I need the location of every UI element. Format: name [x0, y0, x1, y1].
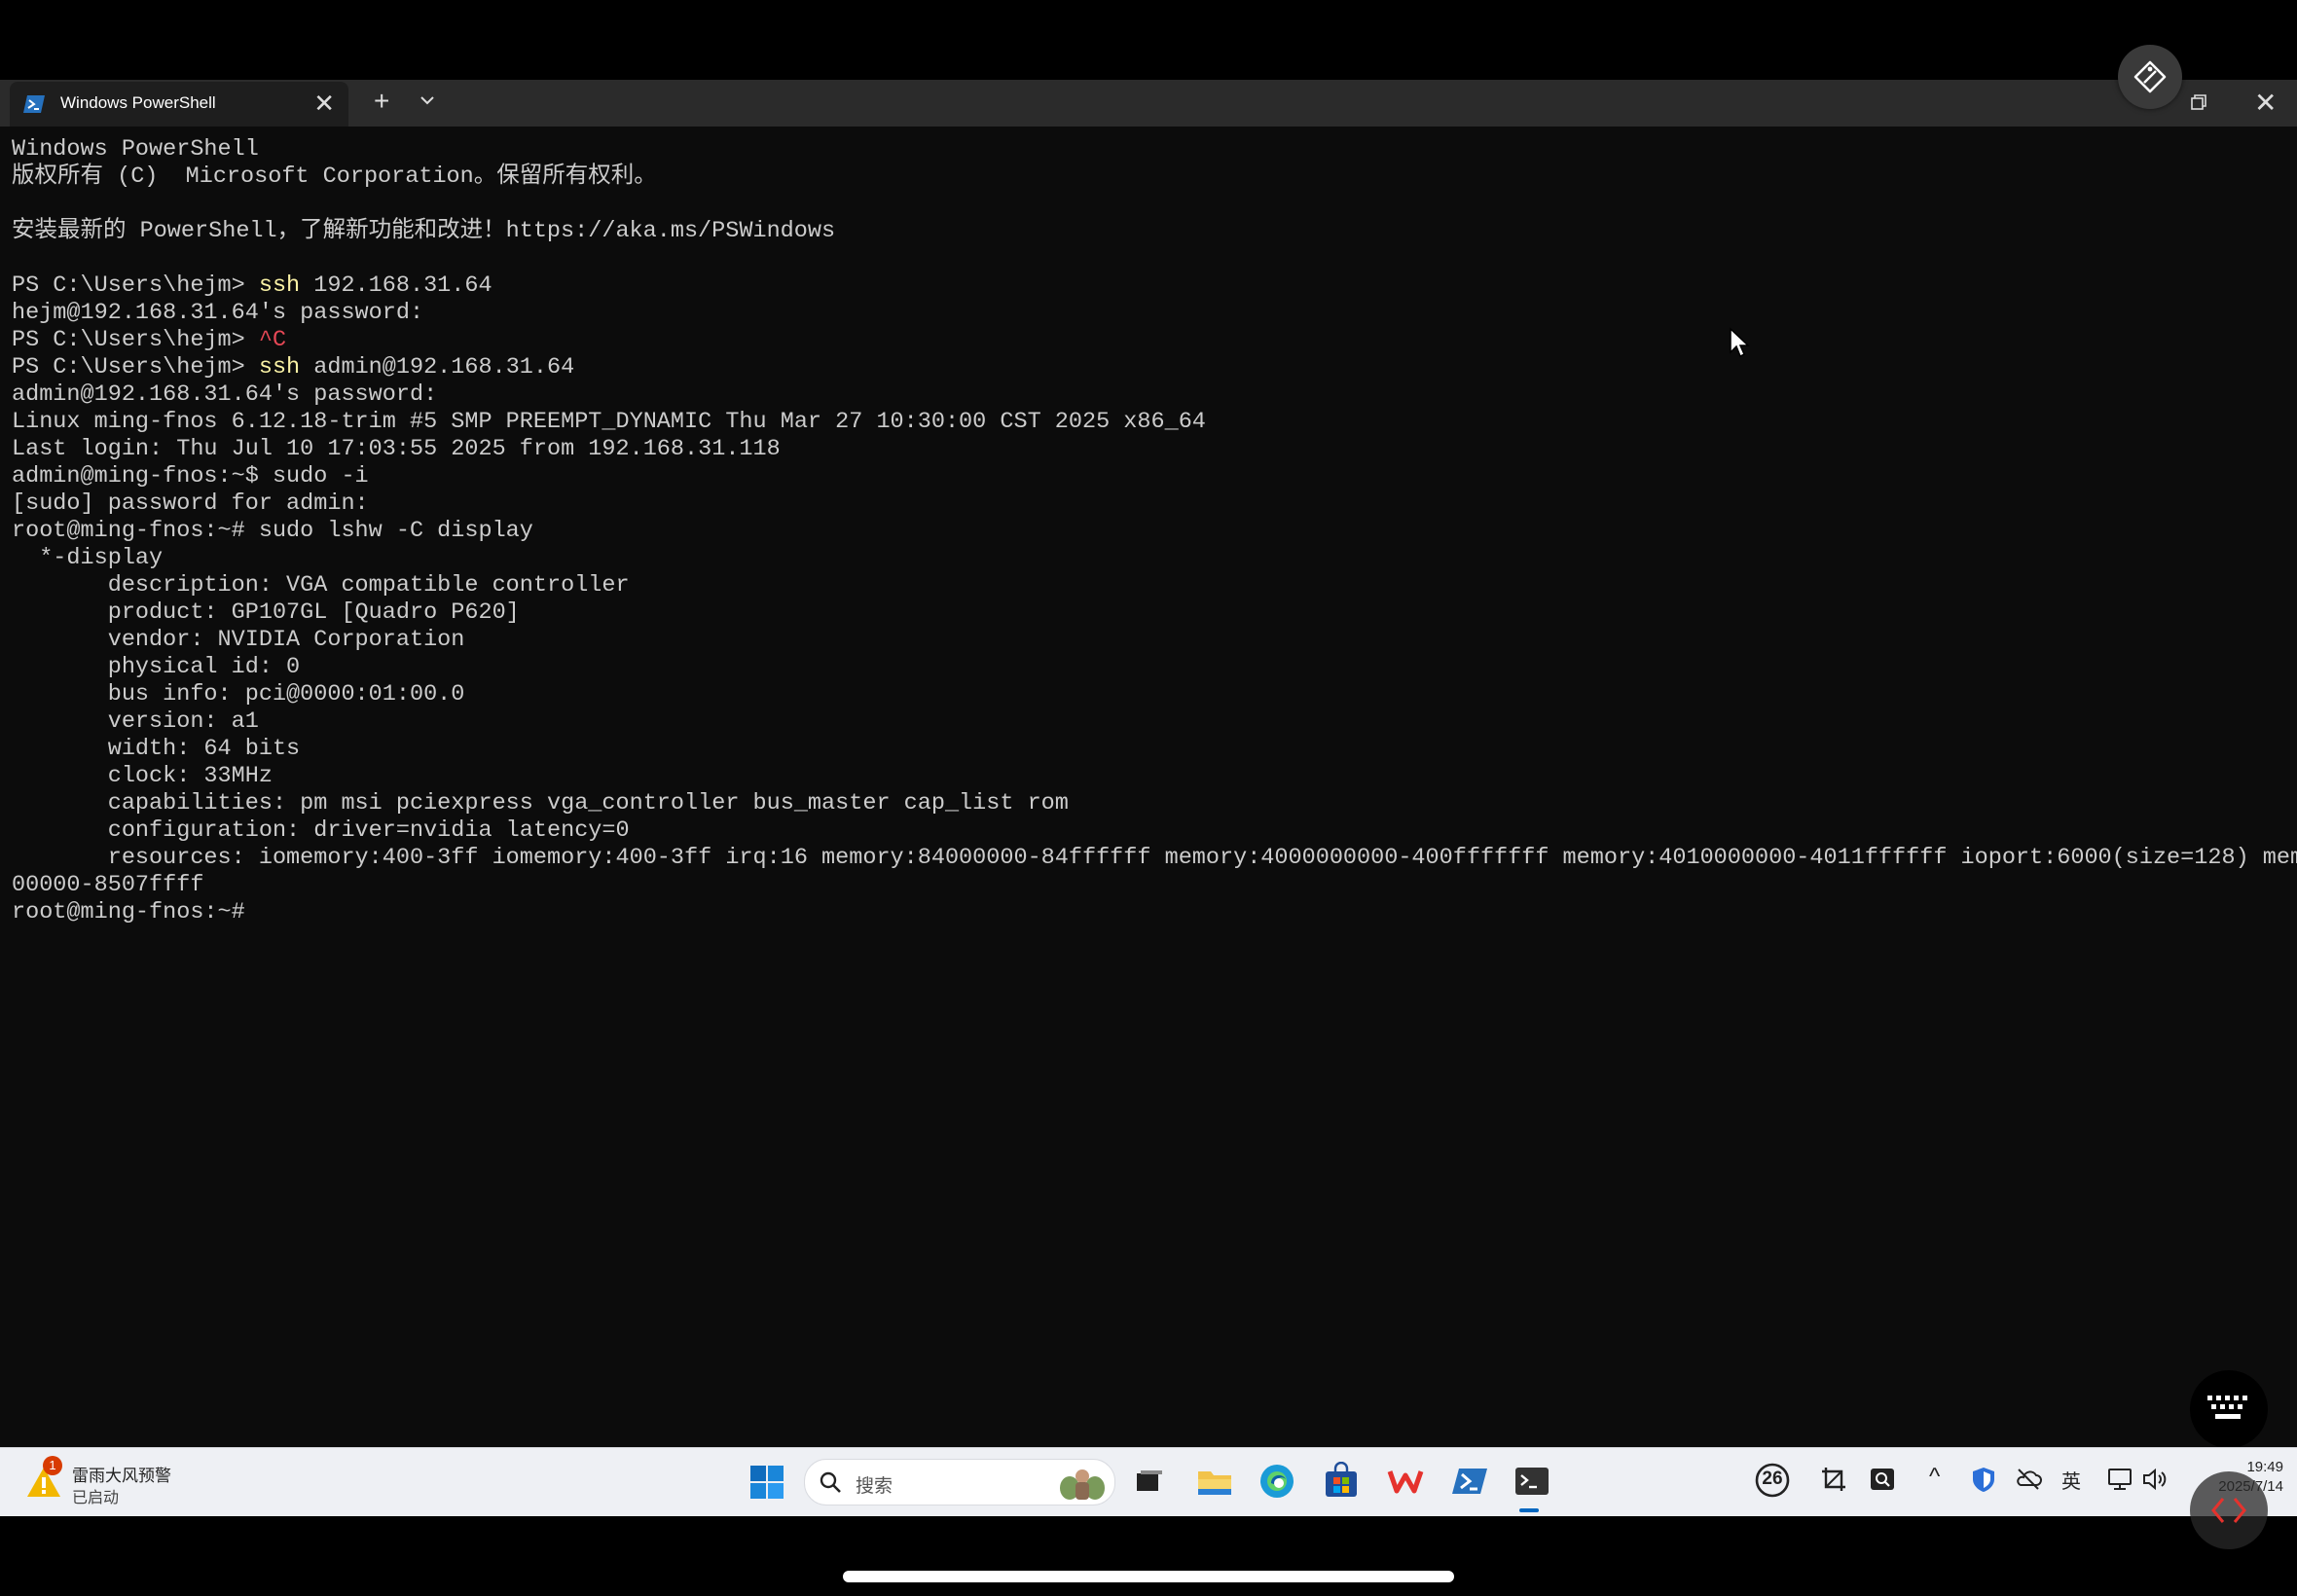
mouse-cursor-icon	[1730, 327, 1750, 358]
terminal-line: Linux ming-fnos 6.12.18-trim #5 SMP PREE…	[12, 409, 1206, 435]
taskbar: 1 雷雨大风预警 已启动 搜索 26 ^ 英 19:49	[0, 1447, 2297, 1516]
volume-icon[interactable]	[2141, 1466, 2169, 1493]
tab-close-icon[interactable]: ✕	[313, 89, 335, 118]
terminal-line: *-display	[12, 545, 164, 571]
powershell-taskbar-icon[interactable]	[1450, 1462, 1489, 1501]
close-window-button[interactable]: ✕	[2254, 90, 2277, 117]
screen: Windows PowerShell ✕ + ✕ Windows PowerSh…	[0, 0, 2297, 1596]
terminal-prompt: PS C:\Users\hejm>	[12, 272, 259, 299]
terminal-line: admin@ming-fnos:~$ sudo -i	[12, 463, 369, 490]
terminal-line: vendor: NVIDIA Corporation	[12, 627, 465, 653]
chevron-down-icon[interactable]	[419, 91, 436, 109]
terminal-command: ssh	[258, 354, 301, 381]
terminal-line: [sudo] password for admin:	[12, 490, 369, 517]
floating-tag-button[interactable]	[2118, 45, 2182, 109]
terminal-line: resources: iomemory:400-3ff iomemory:400…	[12, 845, 2297, 871]
terminal-line: width: 64 bits	[12, 736, 301, 762]
terminal-output[interactable]: Windows PowerShell 版权所有 (C) Microsoft Cor…	[0, 127, 2297, 1447]
terminal-line: root@ming-fnos:~# sudo lshw -C display	[12, 518, 533, 544]
code-brackets-icon	[2211, 1498, 2246, 1523]
wps-office-icon[interactable]	[1386, 1462, 1425, 1501]
notification-badge: 1	[43, 1456, 62, 1475]
tab-powershell[interactable]: Windows PowerShell ✕	[10, 82, 348, 127]
weather-title: 雷雨大风预警	[72, 1467, 171, 1485]
terminal-line: PS C:\Users\hejm> ^C	[12, 327, 2297, 354]
terminal-line: 版权所有 (C) Microsoft Corporation。保留所有权利。	[12, 163, 657, 190]
terminal-command: ssh	[258, 272, 301, 299]
edge-browser-icon[interactable]	[1258, 1462, 1296, 1501]
tab-title: Windows PowerShell	[60, 93, 216, 112]
weather-widget[interactable]: 1 雷雨大风预警 已启动	[25, 1456, 201, 1508]
floating-code-button[interactable]	[2190, 1471, 2268, 1549]
keyboard-toggle-button[interactable]	[2190, 1370, 2268, 1448]
snipping-tool-icon[interactable]	[1820, 1466, 1847, 1493]
terminal-line: PS C:\Users\hejm> ssh admin@192.168.31.6…	[12, 354, 2297, 381]
terminal-interrupt: ^C	[258, 327, 287, 353]
terminal-line: bus info: pci@0000:01:00.0	[12, 681, 465, 707]
input-method-indicator[interactable]: 英	[2061, 1466, 2081, 1494]
terminal-line: clock: 33MHz	[12, 763, 273, 789]
keyboard-icon	[2207, 1396, 2247, 1419]
powershell-icon	[23, 95, 45, 113]
terminal-prompt: PS C:\Users\hejm>	[12, 327, 259, 353]
search-highlight-image	[1060, 1469, 1105, 1500]
restore-window-icon[interactable]	[2190, 93, 2207, 111]
file-explorer-icon[interactable]	[1195, 1462, 1234, 1501]
title-bar: Windows PowerShell ✕ + ✕	[0, 80, 2297, 127]
badge-26-text: 26	[1762, 1469, 1783, 1489]
screen-search-icon[interactable]	[1869, 1466, 1896, 1493]
search-placeholder: 搜索	[856, 1476, 893, 1497]
new-tab-button[interactable]: +	[374, 87, 389, 116]
search-icon	[820, 1471, 841, 1493]
terminal-line: 安装最新的 PowerShell，了解新功能和改进！https://aka.ms…	[12, 218, 836, 244]
weather-status: 已启动	[72, 1490, 120, 1506]
terminal-taskbar-icon[interactable]	[1513, 1462, 1551, 1501]
terminal-line: root@ming-fnos:~#	[12, 899, 245, 925]
terminal-line: admin@192.168.31.64's password:	[12, 381, 438, 408]
terminal-line: product: GP107GL [Quadro P620]	[12, 599, 520, 626]
terminal-text: Windows PowerShell 版权所有 (C) Microsoft Cor…	[12, 136, 2297, 926]
terminal-line: description: VGA compatible controller	[12, 572, 630, 598]
terminal-line: Windows PowerShell	[12, 136, 259, 163]
terminal-line: Last login: Thu Jul 10 17:03:55 2025 fro…	[12, 436, 781, 462]
security-shield-icon[interactable]	[1970, 1466, 1997, 1493]
windows-start-icon[interactable]	[749, 1465, 784, 1500]
onedrive-offline-icon[interactable]	[2015, 1466, 2042, 1493]
terminal-prompt: PS C:\Users\hejm>	[12, 354, 259, 381]
terminal-line: hejm@192.168.31.64's password:	[12, 300, 424, 326]
task-view-icon[interactable]	[1129, 1462, 1168, 1501]
search-box[interactable]: 搜索	[804, 1459, 1115, 1505]
terminal-line: capabilities: pm msi pciexpress vga_cont…	[12, 790, 1069, 816]
network-icon[interactable]	[2106, 1466, 2133, 1493]
show-hidden-icons-icon[interactable]: ^	[1929, 1464, 1940, 1491]
terminal-line: 00000-8507ffff	[12, 872, 204, 898]
terminal-line: configuration: driver=nvidia latency=0	[12, 817, 630, 844]
terminal-line: version: a1	[12, 708, 259, 735]
terminal-args: 192.168.31.64	[300, 272, 492, 299]
terminal-line: physical id: 0	[12, 654, 301, 680]
microsoft-store-icon[interactable]	[1322, 1462, 1361, 1501]
home-indicator-bar[interactable]	[843, 1571, 1454, 1582]
terminal-args: admin@192.168.31.64	[300, 354, 575, 381]
tag-icon	[2133, 60, 2167, 93]
terminal-line: PS C:\Users\hejm> ssh 192.168.31.64	[12, 272, 2297, 300]
active-app-indicator	[1519, 1508, 1539, 1512]
